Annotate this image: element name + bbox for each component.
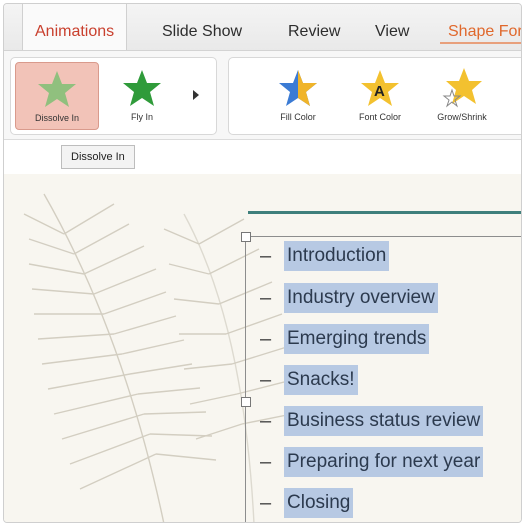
bullet-dash: –: [260, 369, 272, 391]
tooltip: Dissolve In: [61, 145, 135, 169]
tab-shape-format[interactable]: Shape For: [440, 4, 521, 50]
more-effects-arrow-icon[interactable]: [193, 90, 199, 100]
dissolve-in-button[interactable]: Dissolve In: [15, 62, 99, 130]
bullet-dash: –: [260, 245, 272, 267]
tab-animations[interactable]: Animations: [22, 4, 128, 50]
list-item-text: Industry overview: [284, 283, 438, 313]
dissolve-in-label: Dissolve In: [34, 113, 79, 123]
list-item-text: Emerging trends: [284, 324, 430, 354]
fly-in-button[interactable]: Fly In: [101, 62, 183, 128]
star-dissolve-icon: [38, 71, 76, 107]
grow-shrink-button[interactable]: Grow/Shrink: [421, 62, 503, 128]
fill-color-button[interactable]: Fill Color: [257, 62, 339, 128]
bullet-dash: –: [260, 287, 272, 309]
star-fill-color-icon: [279, 70, 317, 106]
bullet-dash: –: [260, 492, 272, 514]
list-item-text: Business status review: [284, 406, 484, 436]
star-font-color-icon: A: [361, 70, 399, 106]
tab-view[interactable]: View: [375, 4, 409, 50]
bullet-dash: –: [260, 328, 272, 350]
list-item-text: Snacks!: [284, 365, 358, 395]
grow-shrink-label: Grow/Shrink: [437, 112, 487, 122]
app-window: Animations Slide Show Review View Shape …: [3, 3, 522, 523]
effects-group: Dissolve In Fly In: [10, 57, 217, 135]
list-item-text: Preparing for next year: [284, 447, 484, 477]
title-rule: [248, 211, 521, 214]
tab-review[interactable]: Review: [288, 4, 340, 50]
resize-handle-middle-left[interactable]: [241, 397, 251, 407]
bullet-dash: –: [260, 451, 272, 473]
fill-color-label: Fill Color: [280, 112, 316, 122]
font-color-label: Font Color: [358, 112, 402, 122]
tab-slide-show[interactable]: Slide Show: [162, 4, 242, 50]
star-fly-icon: [123, 70, 161, 106]
svg-text:A: A: [374, 83, 385, 100]
emphasis-group: Fill Color A Font Color Grow/Shrink: [228, 57, 521, 135]
ribbon: Dissolve In Fly In Fill Color A Font Col…: [4, 51, 521, 140]
star-grow-shrink-icon: [442, 68, 482, 108]
list-item-text: Closing: [284, 488, 354, 518]
fly-in-label: Fly In: [130, 112, 153, 122]
resize-handle-top-left[interactable]: [241, 232, 251, 242]
font-color-button[interactable]: A Font Color: [339, 62, 421, 128]
list-item-text: Introduction: [284, 241, 390, 271]
ribbon-tab-bar: Animations Slide Show Review View Shape …: [4, 4, 521, 51]
bullet-dash: –: [260, 410, 272, 432]
